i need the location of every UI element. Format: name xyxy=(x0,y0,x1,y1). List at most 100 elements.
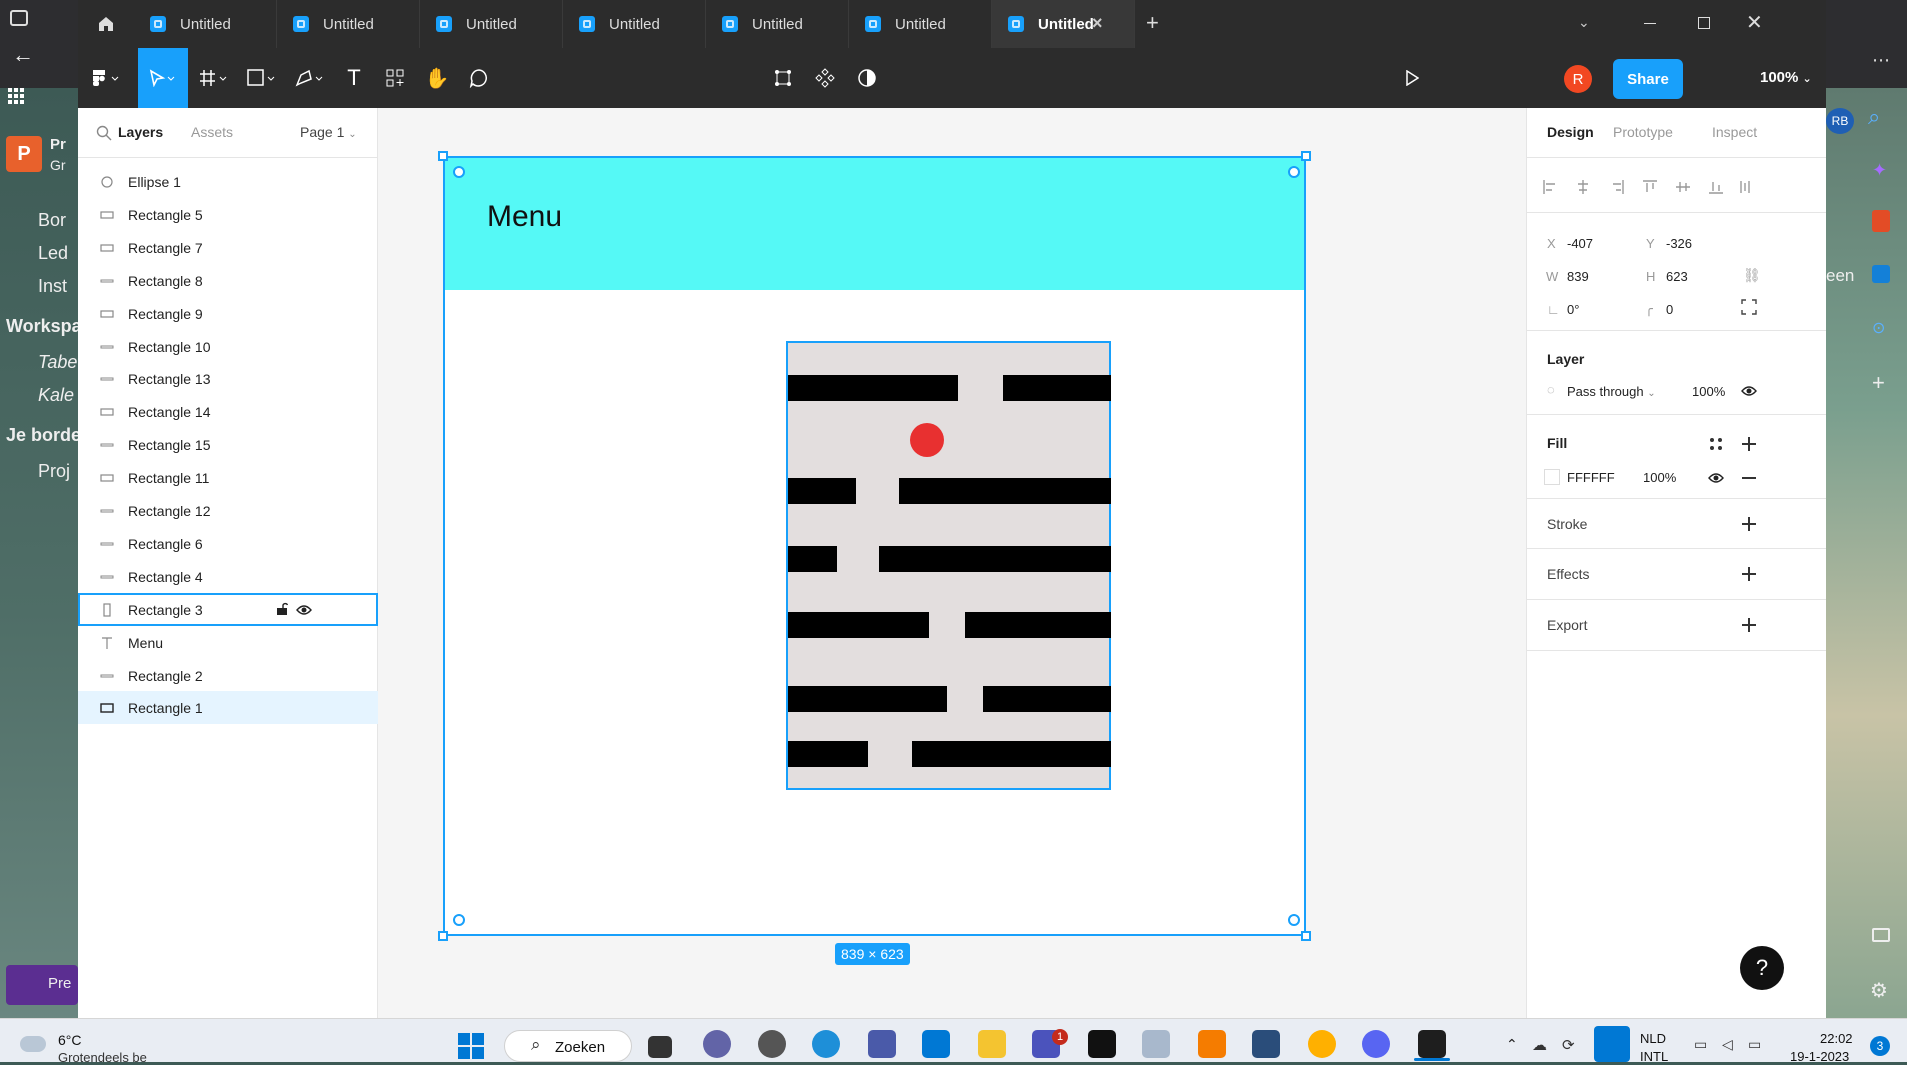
layer-row[interactable]: Rectangle 8 xyxy=(78,264,378,297)
tab-assets[interactable]: Assets xyxy=(191,124,233,140)
fill-color-swatch[interactable] xyxy=(1544,469,1560,485)
notification-badge[interactable]: 3 xyxy=(1870,1036,1890,1056)
maximize-icon[interactable] xyxy=(1698,17,1710,29)
teams-chat-icon[interactable] xyxy=(703,1030,731,1058)
layer-row[interactable]: Rectangle 11 xyxy=(78,461,378,494)
y-input[interactable]: -326 xyxy=(1666,236,1692,251)
help-button[interactable]: ? xyxy=(1740,946,1784,990)
layer-opacity-input[interactable]: 100% xyxy=(1692,384,1725,399)
resize-handle[interactable] xyxy=(453,914,465,926)
tab-design[interactable]: Design xyxy=(1547,124,1594,140)
clock-time[interactable]: 22:02 xyxy=(1820,1031,1853,1046)
tab-layers[interactable]: Layers xyxy=(118,124,163,140)
maze-wall[interactable] xyxy=(912,741,1111,767)
layer-row[interactable]: Rectangle 14 xyxy=(78,395,378,428)
tab-prototype[interactable]: Prototype xyxy=(1613,124,1673,140)
shape-tool-button[interactable] xyxy=(238,48,286,108)
add-icon[interactable]: + xyxy=(1872,370,1885,396)
app-icon[interactable] xyxy=(1142,1030,1170,1058)
outlook-icon[interactable] xyxy=(1872,265,1890,283)
layer-row[interactable]: Rectangle 15 xyxy=(78,428,378,461)
chevron-up-icon[interactable]: ⌃ xyxy=(1506,1036,1518,1053)
layer-row[interactable]: Rectangle 7 xyxy=(78,231,378,264)
figma-taskbar-icon[interactable] xyxy=(1418,1030,1446,1058)
close-tab-icon[interactable]: × xyxy=(1092,13,1103,34)
main-menu-button[interactable] xyxy=(82,48,130,108)
menu-title-text[interactable]: Menu xyxy=(487,200,562,234)
present-button[interactable] xyxy=(1396,48,1428,108)
frame-rectangle-1[interactable]: Menu xyxy=(443,156,1306,936)
move-tool-button[interactable] xyxy=(138,48,188,108)
radius-input[interactable]: 0 xyxy=(1666,302,1673,317)
windows-start-icon[interactable] xyxy=(458,1033,484,1059)
minimize-icon[interactable] xyxy=(1644,23,1656,24)
contrast-button[interactable] xyxy=(846,48,888,108)
corner-handle[interactable] xyxy=(1301,931,1311,941)
layer-row[interactable]: Rectangle 10 xyxy=(78,330,378,363)
language-top[interactable]: NLD xyxy=(1640,1031,1666,1046)
corner-handle[interactable] xyxy=(438,151,448,161)
cloud-icon[interactable]: ☁ xyxy=(1532,1036,1547,1054)
text-tool-button[interactable]: T xyxy=(334,48,374,108)
resize-handle[interactable] xyxy=(1288,914,1300,926)
layer-row[interactable]: Rectangle 4 xyxy=(78,560,378,593)
add-stroke-icon[interactable] xyxy=(1742,517,1756,531)
tab-item[interactable]: Untitled xyxy=(563,0,706,48)
comment-tool-button[interactable] xyxy=(458,48,500,108)
pen-tool-button[interactable] xyxy=(286,48,334,108)
maze-wall[interactable] xyxy=(788,686,947,712)
width-input[interactable]: 839 xyxy=(1567,269,1589,284)
epic-games-icon[interactable] xyxy=(1088,1030,1116,1058)
maze-wall[interactable] xyxy=(879,546,1111,572)
remove-fill-icon[interactable] xyxy=(1742,477,1756,479)
layer-row[interactable]: Rectangle 3 xyxy=(78,592,378,626)
new-tab-button[interactable]: + xyxy=(1146,10,1159,36)
maze-wall[interactable] xyxy=(788,375,958,401)
canvas[interactable]: Menu 839 × 623 xyxy=(378,108,1526,1018)
maze-wall[interactable] xyxy=(899,478,1111,504)
align-icons[interactable] xyxy=(1543,180,1753,194)
extension-icon[interactable]: ⊙ xyxy=(1872,318,1885,338)
resize-handle[interactable] xyxy=(453,166,465,178)
independent-corners-icon[interactable] xyxy=(1741,299,1757,315)
layer-row[interactable]: Rectangle 12 xyxy=(78,494,378,527)
x-input[interactable]: -407 xyxy=(1567,236,1593,251)
maze-wall[interactable] xyxy=(788,478,856,504)
unity-icon[interactable] xyxy=(758,1030,786,1058)
zoom-dropdown[interactable]: 100% ⌄ xyxy=(1760,69,1812,86)
page-selector[interactable]: Page 1 ⌄ xyxy=(300,124,357,140)
add-effect-icon[interactable] xyxy=(1742,567,1756,581)
pycharm-icon[interactable] xyxy=(868,1030,896,1058)
volume-icon[interactable]: ◁ xyxy=(1722,1036,1733,1053)
eye-icon[interactable] xyxy=(1708,472,1724,484)
taskbar-search[interactable]: ⌕ Zoeken xyxy=(504,1030,632,1062)
discord-icon[interactable] xyxy=(1362,1030,1390,1058)
edge-icon[interactable] xyxy=(812,1030,840,1058)
close-window-icon[interactable]: ✕ xyxy=(1746,10,1763,35)
xampp-icon[interactable] xyxy=(1198,1030,1226,1058)
maze-wall[interactable] xyxy=(983,686,1111,712)
weather-temp[interactable]: 6°C xyxy=(58,1032,82,1048)
blend-mode-select[interactable]: Pass through ⌄ xyxy=(1567,384,1656,399)
more-icon[interactable]: ⋯ xyxy=(1872,50,1890,71)
back-arrow-icon[interactable]: ← xyxy=(12,42,34,68)
chevron-down-icon[interactable]: ⌄ xyxy=(1578,14,1590,31)
maze-wall[interactable] xyxy=(788,546,837,572)
settings-gear-icon[interactable]: ⚙ xyxy=(1870,978,1888,1003)
mysql-icon[interactable] xyxy=(1252,1030,1280,1058)
layer-row[interactable]: Menu xyxy=(78,626,378,659)
maze-wall[interactable] xyxy=(1003,375,1111,401)
mask-button[interactable] xyxy=(762,48,804,108)
office-icon[interactable] xyxy=(1872,210,1890,232)
network-icon[interactable]: ▭ xyxy=(1694,1036,1707,1053)
tab-item-active[interactable]: Untitled × xyxy=(992,0,1135,48)
maze-wall[interactable] xyxy=(788,741,868,767)
star-app-icon[interactable] xyxy=(1308,1030,1336,1058)
add-export-icon[interactable] xyxy=(1742,618,1756,632)
add-fill-icon[interactable] xyxy=(1742,437,1756,451)
layer-row[interactable]: Rectangle 1 xyxy=(78,691,378,725)
vscode-icon[interactable] xyxy=(922,1030,950,1058)
tab-item[interactable]: Untitled xyxy=(706,0,849,48)
microphone-button[interactable] xyxy=(1594,1026,1630,1062)
layer-row[interactable]: Rectangle 9 xyxy=(78,297,378,330)
